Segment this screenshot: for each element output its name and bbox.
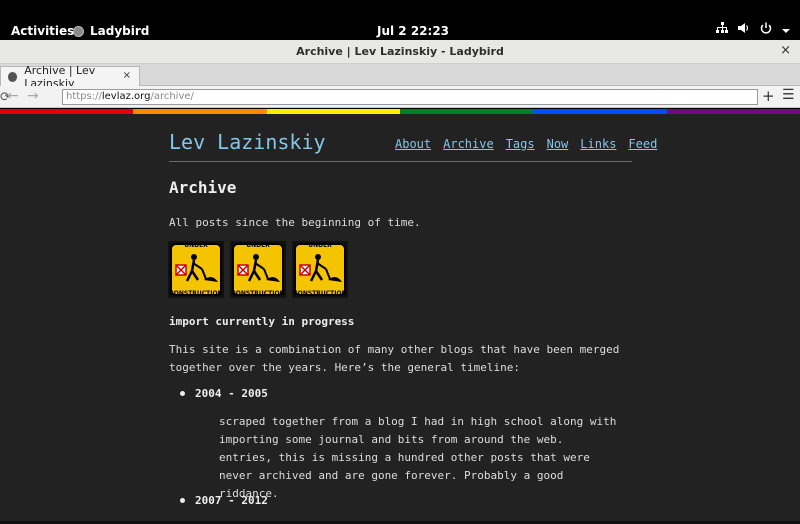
app-menu[interactable]: Ladybird [73, 24, 149, 38]
badge-bottom-text: CONSTRUCTION [169, 290, 223, 297]
timeline-description: scraped together from a blog I had in hi… [219, 415, 617, 500]
site-nav: About Archive Tags Now Links Feed [395, 137, 657, 151]
power-icon [760, 22, 772, 37]
window-close-icon[interactable]: × [780, 43, 791, 58]
web-page: Lev Lazinskiy About Archive Tags Now Lin… [0, 114, 800, 524]
bullet-icon [180, 391, 185, 396]
nav-link-now[interactable]: Now [547, 137, 569, 151]
tab-strip: Archive | Lev Lazinskiy × [0, 64, 800, 90]
nav-link-tags[interactable]: Tags [506, 137, 535, 151]
header-divider [169, 161, 632, 162]
hamburger-menu-icon[interactable]: ☰ [782, 87, 795, 103]
nav-link-feed[interactable]: Feed [628, 137, 657, 151]
import-notice: import currently in progress [169, 315, 355, 328]
badge-bottom-text: CONSTRUCTION [231, 290, 285, 297]
badge-top-text: UNDER [308, 242, 332, 249]
browser-toolbar: ← → ⟳ https://levlaz.org/archive/ + ☰ [0, 86, 800, 108]
worker-icon [237, 254, 280, 282]
url-path: /archive/ [150, 91, 194, 102]
nav-link-archive[interactable]: Archive [443, 137, 494, 151]
system-top-bar: Activities Ladybird Jul 2 22:23 [0, 0, 800, 40]
badge-top-text: UNDER [184, 242, 208, 249]
under-construction-badge: UNDER CONSTRUCTION [230, 241, 286, 298]
bullet-icon [180, 498, 185, 503]
favicon-icon [8, 71, 18, 82]
intro-text: All posts since the beginning of time. [169, 216, 421, 229]
app-menu-label: Ladybird [90, 24, 150, 38]
volume-icon [738, 22, 750, 37]
window-titlebar: Archive | Lev Lazinskiy - Ladybird × [0, 40, 800, 64]
clock[interactable]: Jul 2 22:23 [377, 24, 449, 38]
new-tab-icon[interactable]: + [762, 87, 775, 105]
timeline-item: 2004 - 2005 [180, 387, 268, 400]
nav-link-links[interactable]: Links [580, 137, 616, 151]
worker-icon [175, 254, 218, 282]
address-bar[interactable]: https://levlaz.org/archive/ [62, 89, 758, 105]
forward-arrow-icon[interactable]: → [27, 88, 39, 104]
activities-button[interactable]: Activities [11, 24, 74, 38]
badge-bottom-text: CONSTRUCTION [293, 290, 347, 297]
url-host: levlaz.org [101, 91, 151, 102]
network-icon [716, 22, 728, 37]
tab-close-icon[interactable]: × [123, 70, 131, 81]
under-construction-badge: UNDER CONSTRUCTION [168, 241, 224, 298]
badge-top-text: UNDER [246, 242, 270, 249]
ladybird-app-icon [73, 25, 84, 37]
site-title[interactable]: Lev Lazinskiy [169, 130, 326, 154]
timeline-period: 2007 - 2012 [195, 494, 268, 507]
nav-link-about[interactable]: About [395, 137, 431, 151]
system-tray[interactable] [716, 22, 790, 37]
timeline-item: 2007 - 2012 [180, 494, 268, 507]
under-construction-badges: UNDER CONSTRUCTION UNDER CONSTRUCTION UN… [168, 241, 348, 298]
system-menu-arrow-icon [782, 23, 790, 37]
worker-icon [299, 254, 342, 282]
timeline-period: 2004 - 2005 [195, 387, 268, 400]
site-history-paragraph: This site is a combination of many other… [169, 343, 620, 374]
back-arrow-icon[interactable]: ← [7, 88, 19, 104]
under-construction-badge: UNDER CONSTRUCTION [292, 241, 348, 298]
url-scheme: https:// [66, 91, 102, 102]
window-title: Archive | Lev Lazinskiy - Ladybird [296, 45, 504, 58]
tab-archive[interactable]: Archive | Lev Lazinskiy × [0, 64, 140, 90]
page-title: Archive [169, 178, 237, 197]
